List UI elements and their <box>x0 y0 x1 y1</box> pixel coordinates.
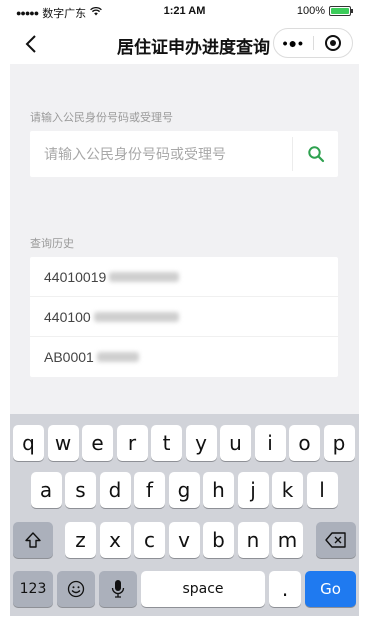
keyboard-row-4: 123 space . Go <box>10 571 359 607</box>
search-box <box>30 131 338 177</box>
battery-percent: 100% <box>296 5 325 17</box>
nav-bar: 居住证申办进度查询 •●• <box>10 24 359 64</box>
search-button[interactable] <box>293 131 338 177</box>
more-button[interactable]: •●• <box>274 29 313 57</box>
shift-key[interactable] <box>13 522 53 558</box>
keyboard-row-1: q w e r t y u i o p <box>10 425 359 461</box>
status-bar: ●●●●● 数字广东 1:21 AM 100% <box>10 0 359 24</box>
microphone-icon <box>111 580 125 598</box>
period-key[interactable]: . <box>269 571 301 607</box>
status-right: 100% <box>296 5 353 17</box>
history-item[interactable]: 440100 <box>30 297 338 337</box>
history-item-text: 440100 <box>44 308 91 325</box>
search-icon <box>307 146 324 163</box>
key-o[interactable]: o <box>289 425 320 461</box>
numbers-key[interactable]: 123 <box>13 571 53 607</box>
redacted-blur <box>96 352 139 362</box>
target-circle-icon <box>324 35 341 51</box>
key-p[interactable]: p <box>323 425 355 461</box>
history-list: 44010019 440100 AB0001 <box>30 257 338 377</box>
key-r[interactable]: r <box>116 425 148 461</box>
key-x[interactable]: x <box>99 522 131 558</box>
key-y[interactable]: y <box>185 425 217 461</box>
key-a[interactable]: a <box>30 472 62 508</box>
search-input[interactable] <box>30 131 292 177</box>
redacted-blur <box>109 271 180 282</box>
backspace-icon <box>325 532 346 548</box>
emoji-icon <box>67 580 85 598</box>
space-key[interactable]: space <box>141 571 265 607</box>
key-s[interactable]: s <box>65 472 96 508</box>
keyboard: q w e r t y u i o p a s d f g h j k l z <box>10 414 359 616</box>
shift-icon <box>25 532 41 548</box>
delete-key[interactable] <box>316 522 356 558</box>
key-u[interactable]: u <box>220 425 251 461</box>
mic-key[interactable] <box>99 571 137 607</box>
keyboard-row-3: z x c v b n m <box>10 522 359 558</box>
key-v[interactable]: v <box>168 522 200 558</box>
history-item[interactable]: AB0001 <box>30 337 338 377</box>
close-miniprogram-button[interactable] <box>314 29 353 57</box>
key-w[interactable]: w <box>47 425 79 461</box>
history-item-text: AB0001 <box>44 349 94 365</box>
miniprogram-capsule: •●• <box>273 28 353 58</box>
go-key[interactable]: Go <box>305 571 356 607</box>
history-label: 查询历史 <box>30 238 74 250</box>
key-h[interactable]: h <box>203 472 234 508</box>
keyboard-row-2: a s d f g h j k l <box>10 472 359 508</box>
key-g[interactable]: g <box>168 472 200 508</box>
key-e[interactable]: e <box>82 425 113 461</box>
key-f[interactable]: f <box>134 472 165 508</box>
key-d[interactable]: d <box>99 472 131 508</box>
more-dots-icon: •●• <box>282 35 304 51</box>
key-l[interactable]: l <box>306 472 338 508</box>
chevron-left-icon <box>25 35 36 53</box>
battery-icon <box>329 6 353 16</box>
app-frame: ●●●●● 数字广东 1:21 AM 100% 居住证申办进度查询 •●• 请输… <box>10 0 359 616</box>
key-k[interactable]: k <box>272 472 303 508</box>
page-title: 居住证申办进度查询 <box>117 38 270 57</box>
search-label: 请输入公民身份号码或受理号 <box>30 112 173 124</box>
battery-fill <box>331 8 349 14</box>
key-t[interactable]: t <box>151 425 182 461</box>
key-q[interactable]: q <box>13 425 44 461</box>
key-i[interactable]: i <box>254 425 286 461</box>
key-n[interactable]: n <box>237 522 269 558</box>
history-item[interactable]: 44010019 <box>30 257 338 297</box>
key-j[interactable]: j <box>237 472 269 508</box>
back-button[interactable] <box>16 28 46 60</box>
history-item-text: 44010019 <box>44 268 107 285</box>
key-b[interactable]: b <box>203 522 234 558</box>
key-c[interactable]: c <box>134 522 165 558</box>
emoji-key[interactable] <box>57 571 95 607</box>
key-z[interactable]: z <box>65 522 96 558</box>
redacted-blur <box>93 311 179 322</box>
key-m[interactable]: m <box>272 522 303 558</box>
